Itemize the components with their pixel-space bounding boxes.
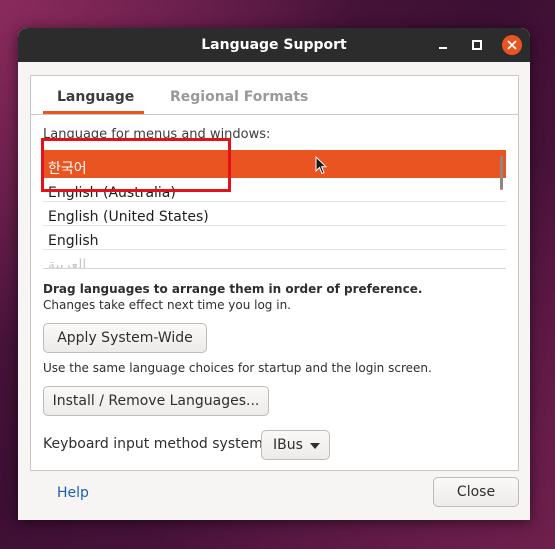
- list-item-label: 한국어: [48, 161, 87, 177]
- minimize-button[interactable]: [434, 36, 452, 54]
- active-tab-indicator: [43, 111, 144, 114]
- keyboard-input-label: Keyboard input method system:: [43, 436, 268, 452]
- window-close-button[interactable]: [502, 35, 522, 55]
- list-item-label: English (Australia): [48, 185, 176, 201]
- mouse-cursor-icon: [315, 156, 327, 175]
- changes-note-text: Changes take effect next time you log in…: [43, 298, 291, 312]
- dropdown-arrow-icon: [310, 443, 320, 449]
- tab-regional-formats[interactable]: Regional Formats: [170, 89, 308, 105]
- list-item-label: English: [48, 233, 99, 249]
- close-button[interactable]: Close: [433, 477, 519, 507]
- language-item-arabic[interactable]: العربية: [43, 250, 506, 269]
- help-button[interactable]: Help: [57, 485, 89, 501]
- keyboard-input-method-select[interactable]: IBus: [261, 430, 330, 460]
- title-bar[interactable]: Language Support: [18, 28, 530, 62]
- apply-system-wide-button[interactable]: Apply System-Wide: [43, 323, 207, 353]
- language-list-label: Language for menus and windows:: [43, 127, 271, 142]
- maximize-button[interactable]: [468, 36, 486, 54]
- language-list[interactable]: 한국어 English (Australia) English (United …: [43, 150, 506, 269]
- language-item-english[interactable]: English: [43, 226, 506, 250]
- close-icon: [507, 40, 517, 50]
- language-item-english-australia[interactable]: English (Australia): [43, 178, 506, 202]
- language-item-english-united-states[interactable]: English (United States): [43, 202, 506, 226]
- notebook-panel: Language Regional Formats Language for m…: [30, 75, 519, 471]
- tab-language[interactable]: Language: [57, 89, 134, 105]
- list-item-label: العربية: [48, 257, 87, 269]
- system-wide-note-text: Use the same language choices for startu…: [43, 361, 432, 375]
- install-remove-languages-button[interactable]: Install / Remove Languages...: [43, 386, 269, 416]
- select-value: IBus: [273, 437, 303, 453]
- language-item-korean[interactable]: 한국어: [43, 150, 506, 190]
- window-title: Language Support: [201, 37, 347, 53]
- language-support-window: Language Support Language Regional Forma…: [18, 28, 530, 520]
- tab-bar: Language Regional Formats: [31, 76, 518, 115]
- list-item-label: English (United States): [48, 209, 209, 225]
- drag-hint-text: Drag languages to arrange them in order …: [43, 282, 423, 296]
